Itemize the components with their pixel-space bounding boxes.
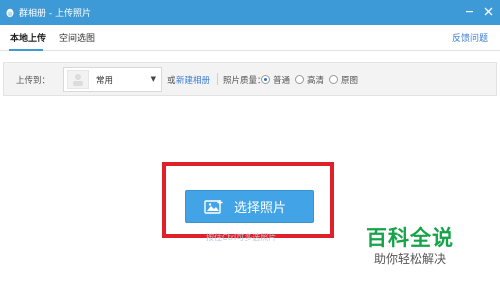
divider — [217, 73, 218, 85]
tab-local-upload[interactable]: 本地上传 — [10, 31, 46, 44]
window-title: 群相册 - 上传照片 — [19, 9, 91, 19]
add-photo-icon — [204, 199, 223, 214]
close-icon — [484, 7, 493, 16]
tab-space-select[interactable]: 空间选图 — [59, 31, 95, 44]
quality-original-label: 原图 — [341, 76, 359, 86]
album-placeholder-icon — [73, 74, 83, 86]
quality-normal-label: 普通 — [273, 76, 291, 86]
feedback-link[interactable]: 反馈问题 — [452, 31, 488, 44]
active-tab-indicator — [9, 49, 43, 51]
minimize-button[interactable] — [462, 4, 477, 19]
choose-photo-label: 选择照片 — [234, 201, 287, 216]
minimize-icon — [466, 11, 473, 13]
quality-original-radio[interactable] — [329, 75, 338, 84]
title-bar: 群相册 - 上传照片 — [0, 0, 500, 25]
close-button[interactable] — [481, 4, 496, 19]
upload-to-label: 上传到： — [16, 76, 51, 86]
qq-penguin-icon — [6, 8, 14, 17]
quality-hd-radio[interactable] — [295, 75, 304, 84]
quality-hd-label: 高清 — [307, 76, 325, 86]
choose-photo-button[interactable]: 选择照片 — [185, 190, 314, 223]
upload-options-bar: 上传到： 常用 ▼ 或 新建相册 照片质量： 普通 高清 原图 — [3, 62, 497, 96]
window-controls — [462, 4, 496, 19]
album-thumbnail — [67, 70, 89, 89]
multi-select-hint: 按住Ctrl可多选照片 — [206, 233, 277, 242]
quality-label: 照片质量： — [223, 76, 266, 86]
new-album-link[interactable]: 新建相册 — [176, 74, 210, 86]
watermark-title: 百科全说 — [366, 226, 454, 250]
quality-normal-radio[interactable] — [261, 75, 270, 84]
tabs-bar: 本地上传 空间选图 反馈问题 — [0, 25, 500, 51]
album-selected-value: 常用 — [96, 76, 114, 86]
watermark-subtitle: 助你轻松解决 — [374, 252, 447, 266]
chevron-down-icon: ▼ — [150, 75, 156, 83]
album-select[interactable]: 常用 ▼ — [63, 67, 162, 92]
or-text: 或 — [167, 76, 176, 86]
